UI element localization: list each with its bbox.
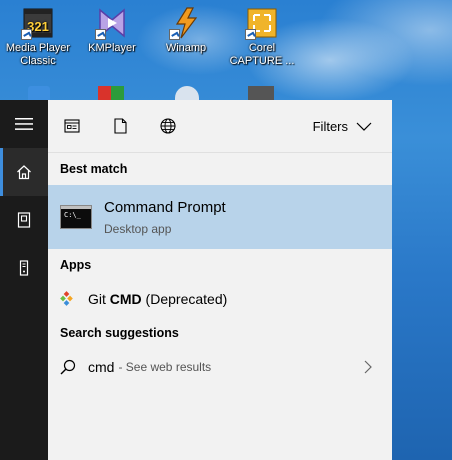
desktop-icon-media-player-classic[interactable]: 321 Media Player Classic: [0, 4, 76, 68]
hamburger-menu-button[interactable]: [0, 100, 48, 148]
winamp-icon: [169, 6, 203, 40]
shortcut-arrow-icon: [169, 29, 180, 40]
tab-web[interactable]: [144, 100, 192, 152]
search-toolbar: Filters: [48, 100, 392, 153]
suggestion-query: cmd: [88, 359, 115, 375]
tower-icon: [19, 260, 29, 276]
document-icon: [17, 212, 31, 228]
search-results-panel: Filters Best match C:\_ Command Prompt D…: [48, 100, 392, 460]
git-icon: [60, 291, 73, 306]
chevron-right-icon[interactable]: [364, 360, 372, 374]
chevron-down-icon: [356, 122, 372, 131]
tab-apps[interactable]: [48, 100, 96, 152]
sidebar-item-tower[interactable]: [0, 244, 48, 292]
apps-window-icon: [64, 119, 80, 133]
search-suggestions-header: Search suggestions: [60, 326, 179, 340]
app-result-git-cmd[interactable]: Git CMD (Deprecated): [48, 281, 392, 317]
desktop-icon-label: Winamp: [165, 42, 207, 54]
kmplayer-icon: [95, 6, 129, 40]
best-match-subtitle: Desktop app: [104, 221, 172, 236]
filters-dropdown[interactable]: Filters: [313, 119, 372, 134]
hamburger-icon: [15, 118, 33, 130]
shortcut-arrow-icon: [95, 29, 106, 40]
desktop-icon-label: KMPlayer: [88, 42, 136, 54]
sidebar-item-documents[interactable]: [0, 196, 48, 244]
start-sidebar: [0, 100, 48, 460]
shortcut-arrow-icon: [21, 29, 32, 40]
media-player-classic-icon: 321: [21, 6, 55, 40]
best-match-title: Command Prompt: [104, 198, 226, 216]
partial-desktop-icon: [28, 86, 50, 100]
apps-header: Apps: [60, 258, 92, 272]
best-match-result[interactable]: C:\_ Command Prompt Desktop app: [48, 185, 392, 249]
command-prompt-icon: C:\_: [60, 205, 92, 229]
web-search-suggestion[interactable]: cmd - See web results: [48, 349, 392, 385]
partial-desktop-icon: [98, 86, 124, 100]
document-icon: [113, 118, 127, 134]
partial-desktop-icon: [248, 86, 274, 100]
desktop-icon-kmplayer[interactable]: KMPlayer: [74, 4, 150, 55]
sidebar-item-home[interactable]: [0, 148, 48, 196]
tab-documents[interactable]: [96, 100, 144, 152]
best-match-header: Best match: [60, 162, 128, 176]
shortcut-arrow-icon: [245, 29, 256, 40]
suggestion-hint: - See web results: [118, 360, 212, 374]
globe-icon: [160, 118, 176, 134]
desktop-icon-label: Corel CAPTURE ...: [229, 42, 295, 67]
app-label-match: CMD: [109, 291, 142, 307]
search-icon: [60, 359, 76, 375]
desktop-icon-label: Media Player Classic: [5, 42, 71, 67]
app-label-prefix: Git: [88, 291, 110, 307]
corel-capture-icon: [245, 6, 279, 40]
app-label-suffix: (Deprecated): [141, 291, 228, 307]
home-icon: [17, 165, 31, 180]
desktop-icon-winamp[interactable]: Winamp: [148, 4, 224, 55]
desktop-icon-corel-capture[interactable]: Corel CAPTURE ...: [224, 4, 300, 68]
filters-label: Filters: [312, 118, 348, 134]
